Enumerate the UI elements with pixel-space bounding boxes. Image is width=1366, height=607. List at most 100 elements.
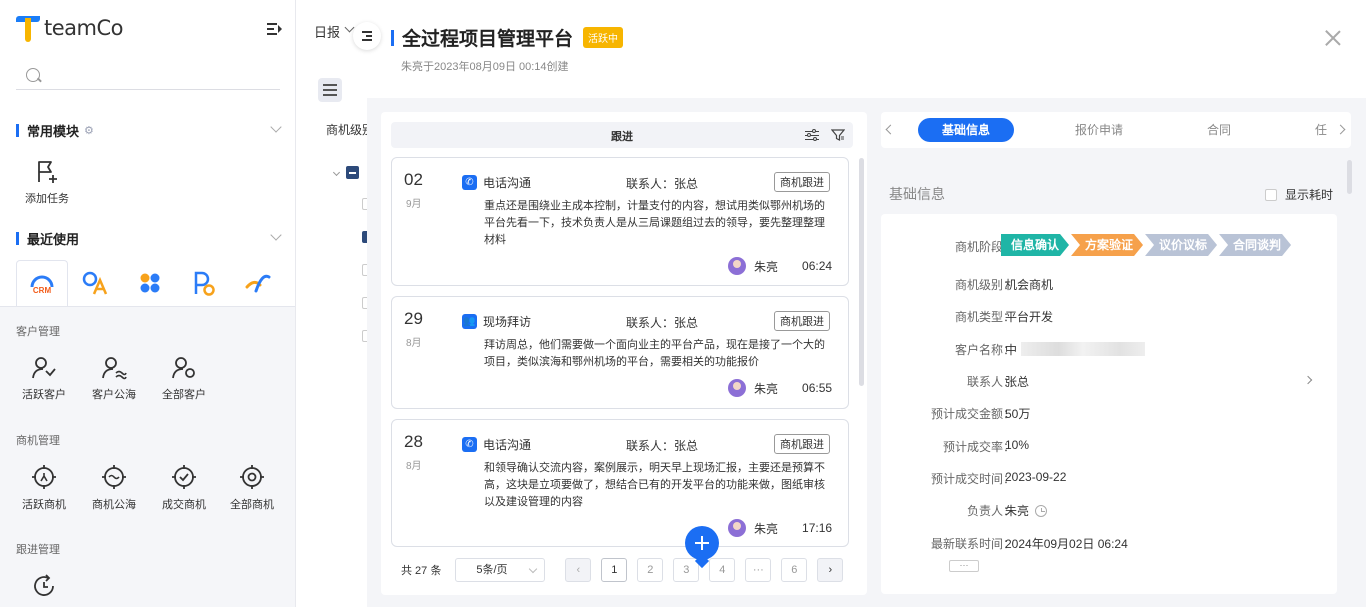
followup-toolbar: 跟进 <box>391 122 853 148</box>
record-user: 朱亮 06:55 <box>728 379 832 397</box>
stage-contract-negotiation[interactable]: 合同谈判 <box>1219 234 1291 256</box>
target-wave-icon <box>102 465 126 489</box>
show-time-toggle[interactable]: 显示耗时 <box>1265 186 1333 203</box>
tab-basic-info[interactable]: 基础信息 <box>918 118 1015 142</box>
close-icon[interactable] <box>1323 28 1343 48</box>
record-user: 朱亮 17:16 <box>728 519 832 537</box>
field-value: 10% <box>1005 438 1030 452</box>
nav-opportunity-pool[interactable]: 商机公海 <box>86 464 142 512</box>
field-contact[interactable]: 联系人： 张总 <box>881 373 1337 393</box>
chevron-left-icon[interactable] <box>885 124 896 135</box>
record-day: 29 <box>404 309 423 328</box>
stage-price-negotiation[interactable]: 议价议标 <box>1145 234 1217 256</box>
nav-active-opportunities[interactable]: 活跃商机 <box>16 464 72 512</box>
app-crm[interactable]: CRM <box>16 260 68 306</box>
record-type: 👥 现场拜访 <box>462 314 532 329</box>
section-title: 基础信息 <box>889 186 945 202</box>
field-owner: 负责人： 朱亮 <box>881 502 1337 522</box>
person-run-icon <box>32 357 56 379</box>
page-button[interactable]: 4 <box>709 558 736 582</box>
add-followup-button[interactable] <box>685 526 719 560</box>
stage-info-confirm[interactable]: 信息确认 <box>1001 234 1069 256</box>
sliders-icon[interactable] <box>805 128 819 142</box>
target-check-icon <box>172 465 196 489</box>
app-workspace[interactable] <box>124 260 176 306</box>
chevron-down-icon[interactable] <box>270 121 282 133</box>
tab-contract[interactable]: 合同 <box>1207 118 1231 142</box>
nav-active-customers[interactable]: 活跃客户 <box>16 356 72 402</box>
scrollbar[interactable] <box>1347 160 1352 194</box>
gear-icon[interactable]: ⚙ <box>84 124 94 137</box>
recent-header[interactable]: 最近使用 <box>16 229 79 248</box>
chevron-down-icon[interactable] <box>332 168 341 177</box>
project-title: 全过程项目管理平台 <box>402 29 574 50</box>
record-contact: 联系人：张总 <box>626 316 699 330</box>
followup-panel: 跟进 02 9月 ✆ 电话沟通 联系人：张总 商机跟进 重点还是围绕业主成本控制，… <box>381 112 867 595</box>
followup-record[interactable]: 28 8月 ✆ 电话沟通 联系人：张总 商机跟进 和领导确认交流内容，案例展示，明… <box>391 419 849 547</box>
drawer-toggle-icon[interactable] <box>353 22 381 50</box>
page-button[interactable]: 2 <box>637 558 664 582</box>
show-time-checkbox[interactable] <box>1265 188 1277 201</box>
nav-all-opportunities[interactable]: 全部商机 <box>224 464 280 512</box>
more-button[interactable]: ··· <box>949 560 979 572</box>
nav-label: 全部客户 <box>162 389 206 401</box>
followup-record[interactable]: 02 9月 ✆ 电话沟通 联系人：张总 商机跟进 重点还是围绕业主成本控制，计量支… <box>391 157 849 286</box>
search-box <box>16 60 280 90</box>
page-size-select[interactable]: 5条/页 <box>455 558 546 582</box>
panel-toggle-icon[interactable] <box>318 78 342 102</box>
common-modules-header[interactable]: 常用模块 ⚙ <box>16 121 94 140</box>
tab-task[interactable]: 任 <box>1315 118 1327 142</box>
filter-icon[interactable] <box>831 128 845 142</box>
nav-closed-opportunities[interactable]: 成交商机 <box>156 464 212 512</box>
nav-followup[interactable] <box>16 573 72 605</box>
stage-solution-verify[interactable]: 方案验证 <box>1071 234 1143 256</box>
next-page-button[interactable]: › <box>817 558 844 582</box>
page-button[interactable]: 1 <box>601 558 628 582</box>
tab-quote[interactable]: 报价申请 <box>1075 118 1123 142</box>
page-button[interactable]: 6 <box>781 558 808 582</box>
field-value: 张总 <box>1005 375 1030 389</box>
chevron-down-icon[interactable] <box>270 229 282 241</box>
report-panel: 日报 商机级别 <box>296 0 376 607</box>
field-value-wrap: 中 <box>1005 341 1146 358</box>
avatar <box>728 379 746 397</box>
collapse-all-checkbox[interactable] <box>346 166 359 179</box>
followup-record[interactable]: 29 8月 👥 现场拜访 联系人：张总 商机跟进 拜访周总，他们需要做一个面向业主… <box>391 296 849 409</box>
clock-icon[interactable] <box>1035 505 1048 517</box>
scrollbar[interactable] <box>859 158 864 386</box>
drawer-header: 全过程项目管理平台 活跃中 朱亮于2023年08月09日 00:14创建 <box>367 0 1366 98</box>
field-type: 商机类型： 平台开发 <box>881 308 1337 328</box>
nav-label: 活跃客户 <box>22 389 66 401</box>
avatar <box>728 257 746 275</box>
pagination: 共 27 条 5条/页 ‹ 1 2 3 4 ··· 6 › <box>401 558 853 582</box>
field-value: 2024年09月02日 06:24 <box>1005 537 1128 551</box>
chevron-right-icon[interactable] <box>1335 124 1346 135</box>
followup-title: 跟进 <box>611 131 633 143</box>
field-value: 中 <box>1005 343 1018 357</box>
app-oa[interactable] <box>70 260 122 306</box>
nav-all-customers[interactable]: 全部客户 <box>156 356 212 402</box>
search-input[interactable] <box>50 64 270 86</box>
app-link[interactable] <box>232 260 284 306</box>
created-info: 朱亮于2023年08月09日 00:14创建 <box>401 61 569 73</box>
field-label: 预计成交时间： <box>930 472 1015 486</box>
collapse-sidebar-icon[interactable] <box>266 22 282 36</box>
search-icon[interactable] <box>26 68 40 82</box>
chevron-right-icon[interactable] <box>1303 375 1313 385</box>
person-wave-icon <box>102 357 127 380</box>
recent-label: 最近使用 <box>27 232 80 247</box>
field-rate: 预计成交率： 10% <box>881 438 1337 458</box>
crm-icon: CRM <box>30 275 54 295</box>
followup-group-title: 跟进管理 <box>16 544 60 556</box>
page-ellipsis[interactable]: ··· <box>745 558 772 582</box>
nav-customer-pool[interactable]: 客户公海 <box>86 356 142 402</box>
record-day: 28 <box>404 432 423 451</box>
logo[interactable]: teamCo <box>16 14 124 42</box>
report-selector[interactable]: 日报 <box>314 22 340 41</box>
prev-page-button[interactable]: ‹ <box>565 558 592 582</box>
record-tag: 商机跟进 <box>774 172 830 192</box>
add-task-button[interactable]: 添加任务 <box>24 158 70 206</box>
detail-tabs: 基础信息 报价申请 合同 任 <box>881 112 1351 148</box>
record-contact: 联系人：张总 <box>626 177 699 191</box>
app-po[interactable] <box>178 260 230 306</box>
